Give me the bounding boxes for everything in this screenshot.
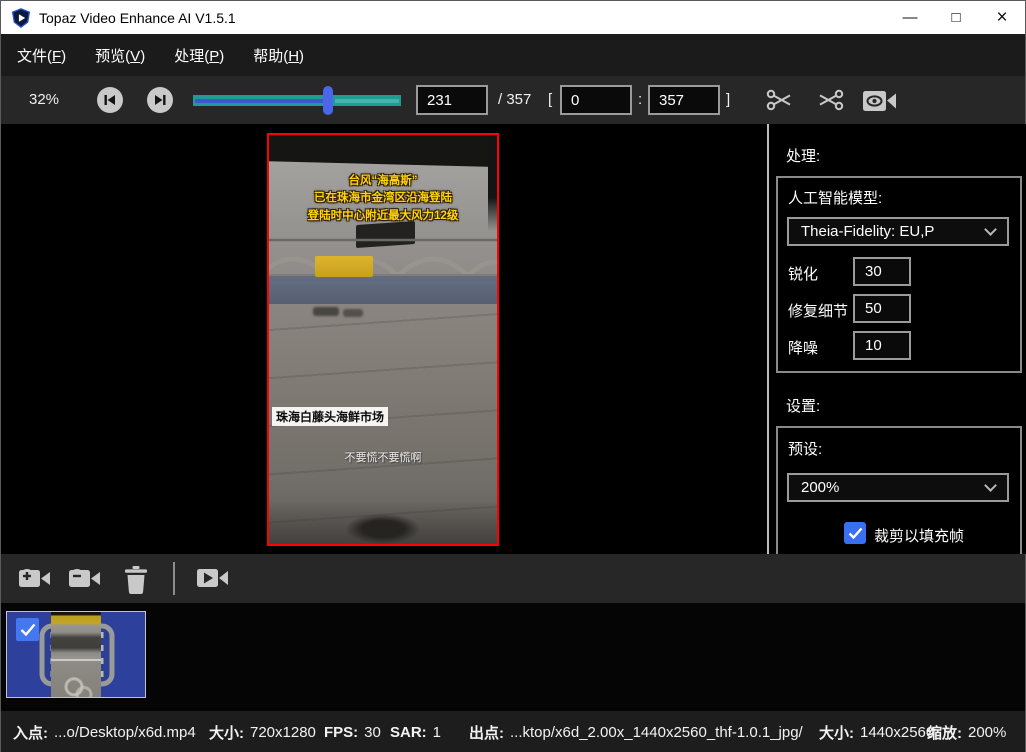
preview-camera-icon[interactable] <box>863 89 897 113</box>
menu-preview[interactable]: 预览(V) <box>93 41 147 70</box>
timeline-remaining <box>335 99 399 103</box>
sharpen-label: 锐化 <box>788 263 818 284</box>
chevron-down-icon <box>984 479 997 492</box>
bridge-silhouette <box>269 235 497 281</box>
ai-model-value: Theia-Fidelity: EU,P <box>801 223 986 240</box>
status-scale: 缩放: 200% <box>927 711 1006 752</box>
menubar: 文件(F) 预览(V) 处理(P) 帮助(H) <box>1 34 1025 76</box>
menu-help[interactable]: 帮助(H) <box>251 41 306 70</box>
bridge-wall <box>269 276 497 304</box>
skip-to-start-button[interactable] <box>97 87 123 113</box>
preset-value: 200% <box>801 479 986 496</box>
range-colon: : <box>638 91 642 108</box>
remove-video-icon[interactable] <box>69 566 101 590</box>
timeline-slider[interactable] <box>193 86 401 114</box>
trim-out-scissors-icon[interactable] <box>815 86 845 114</box>
status-output-size: 大小: 1440x2560 <box>819 711 934 752</box>
range-close-bracket: ] <box>726 91 730 108</box>
menu-file[interactable]: 文件(F) <box>15 41 68 70</box>
crop-to-fill-checkbox[interactable] <box>844 522 866 544</box>
yellow-truck <box>315 256 373 277</box>
status-fps: FPS: 30 <box>324 711 381 752</box>
app-window: Topaz Video Enhance AI V1.5.1 — □ × 文件(F… <box>0 0 1026 752</box>
close-button[interactable]: × <box>979 1 1025 34</box>
timeline-handle[interactable] <box>323 86 333 115</box>
maximize-button[interactable]: □ <box>933 1 979 34</box>
skip-to-start-icon <box>104 94 116 106</box>
thumbnail-strip <box>1 603 1025 711</box>
clip-toolbar <box>1 554 1025 603</box>
checkmark-icon <box>20 623 36 636</box>
denoise-label: 降噪 <box>788 337 818 358</box>
main-area: 台风“海高斯” 已在珠海市金湾区沿海登陆 登陆时中心附近最大风力12级 珠海白藤… <box>1 124 1025 554</box>
titlebar: Topaz Video Enhance AI V1.5.1 — □ × <box>1 1 1025 34</box>
status-sar: SAR: 1 <box>390 711 441 752</box>
status-input-size: 大小: 720x1280 <box>209 711 316 752</box>
headline-line-2: 已在珠海市金湾区沿海登陆 <box>269 190 497 207</box>
zoom-level-text: 32% <box>29 91 59 108</box>
video-top-dark-band <box>269 135 497 167</box>
range-start-input[interactable] <box>560 85 632 115</box>
denoise-input[interactable] <box>853 331 911 360</box>
toolbar-divider <box>173 562 175 595</box>
processing-section-title: 处理: <box>786 145 820 166</box>
video-preview[interactable]: 台风“海高斯” 已在珠海市金湾区沿海登陆 登陆时中心附近最大风力12级 珠海白藤… <box>267 133 499 546</box>
restore-detail-input[interactable] <box>853 294 911 323</box>
menu-process[interactable]: 处理(P) <box>172 41 226 70</box>
crop-to-fill-label: 裁剪以填充帧 <box>874 525 964 546</box>
ai-model-dropdown[interactable]: Theia-Fidelity: EU,P <box>787 217 1009 246</box>
thumbnail-checkbox[interactable] <box>16 618 39 641</box>
current-frame-input[interactable] <box>416 85 488 115</box>
add-video-icon[interactable] <box>19 566 51 590</box>
settings-section-title: 设置: <box>786 395 820 416</box>
window-controls: — □ × <box>887 1 1025 34</box>
headline-line-3: 登陆时中心附近最大风力12级 <box>269 208 497 225</box>
app-logo-icon <box>11 8 31 28</box>
frame-total-text: / 357 <box>498 91 531 108</box>
preset-label: 预设: <box>788 438 822 459</box>
trim-in-scissors-icon[interactable] <box>765 86 795 114</box>
delete-trash-icon[interactable] <box>123 566 149 594</box>
status-out-point: 出点: ...ktop/x6d_2.00x_1440x2560_thf-1.0.… <box>469 711 803 752</box>
restore-detail-label: 修复细节 <box>788 300 848 321</box>
statusbar: 入点: ...o/Desktop/x6d.mp4 大小: 720x1280 FP… <box>1 711 1025 752</box>
bottom-vignette <box>269 500 497 544</box>
chevron-down-icon <box>984 223 997 236</box>
process-video-icon[interactable] <box>197 566 229 590</box>
playback-toolbar: 32% / 357 [ : ] <box>1 76 1025 124</box>
status-in-point: 入点: ...o/Desktop/x6d.mp4 <box>13 711 196 752</box>
range-end-input[interactable] <box>648 85 720 115</box>
location-tag-overlay: 珠海白藤头海鲜市场 <box>272 407 388 426</box>
preset-dropdown[interactable]: 200% <box>787 473 1009 502</box>
sharpen-input[interactable] <box>853 257 911 286</box>
checkmark-icon <box>848 527 863 539</box>
range-open-bracket: [ <box>548 91 552 108</box>
subtitle-overlay: 不要慌不要慌啊 <box>269 449 497 465</box>
timeline-progress <box>195 99 323 103</box>
minimize-button[interactable]: — <box>887 1 933 34</box>
right-panel: 处理: 人工智能模型: Theia-Fidelity: EU,P 锐化 修复细节… <box>769 124 1026 554</box>
video-thumbnail-tile[interactable] <box>6 611 146 698</box>
window-title: Topaz Video Enhance AI V1.5.1 <box>39 10 236 26</box>
skip-to-end-button[interactable] <box>147 87 173 113</box>
video-headline-overlay: 台风“海高斯” 已在珠海市金湾区沿海登陆 登陆时中心附近最大风力12级 <box>269 173 497 225</box>
ai-model-label: 人工智能模型: <box>788 187 882 208</box>
skip-to-end-icon <box>154 94 166 106</box>
video-thumbnail-image <box>51 612 101 697</box>
headline-line-1: 台风“海高斯” <box>269 173 497 190</box>
